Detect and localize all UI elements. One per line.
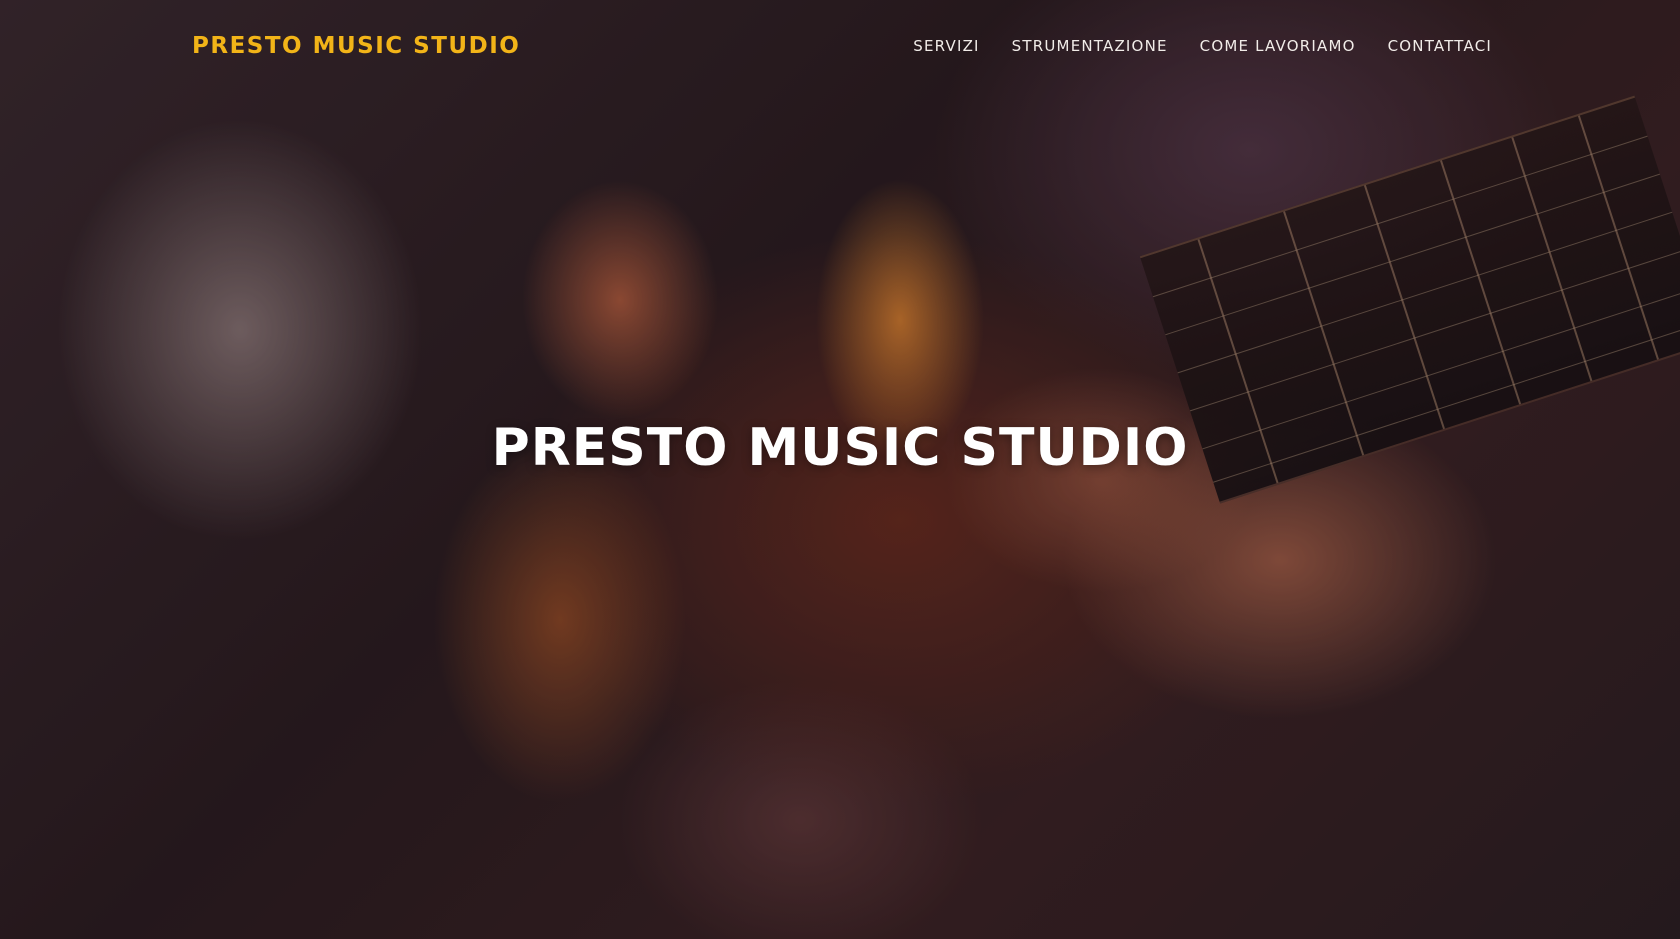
- nav-item-contattaci: CONTATTACI: [1388, 37, 1492, 56]
- hero-title: PRESTO MUSIC STUDIO: [491, 418, 1189, 478]
- nav-item-strumentazione: STRUMENTAZIONE: [1012, 37, 1168, 56]
- nav-item-come-lavoriamo: COME LAVORIAMO: [1200, 37, 1356, 56]
- main-nav: SERVIZI STRUMENTAZIONE COME LAVORIAMO CO…: [913, 37, 1492, 56]
- brand-logo-link[interactable]: PRESTO MUSIC STUDIO: [192, 33, 520, 59]
- nav-item-servizi: SERVIZI: [913, 37, 979, 56]
- nav-link-strumentazione[interactable]: STRUMENTAZIONE: [1012, 37, 1168, 55]
- site-header: PRESTO MUSIC STUDIO SERVIZI STRUMENTAZIO…: [0, 0, 1680, 92]
- nav-link-servizi[interactable]: SERVIZI: [913, 37, 979, 55]
- nav-link-come-lavoriamo[interactable]: COME LAVORIAMO: [1200, 37, 1356, 55]
- nav-link-contattaci[interactable]: CONTATTACI: [1388, 37, 1492, 55]
- hero-section: PRESTO MUSIC STUDIO SERVIZI STRUMENTAZIO…: [0, 0, 1680, 939]
